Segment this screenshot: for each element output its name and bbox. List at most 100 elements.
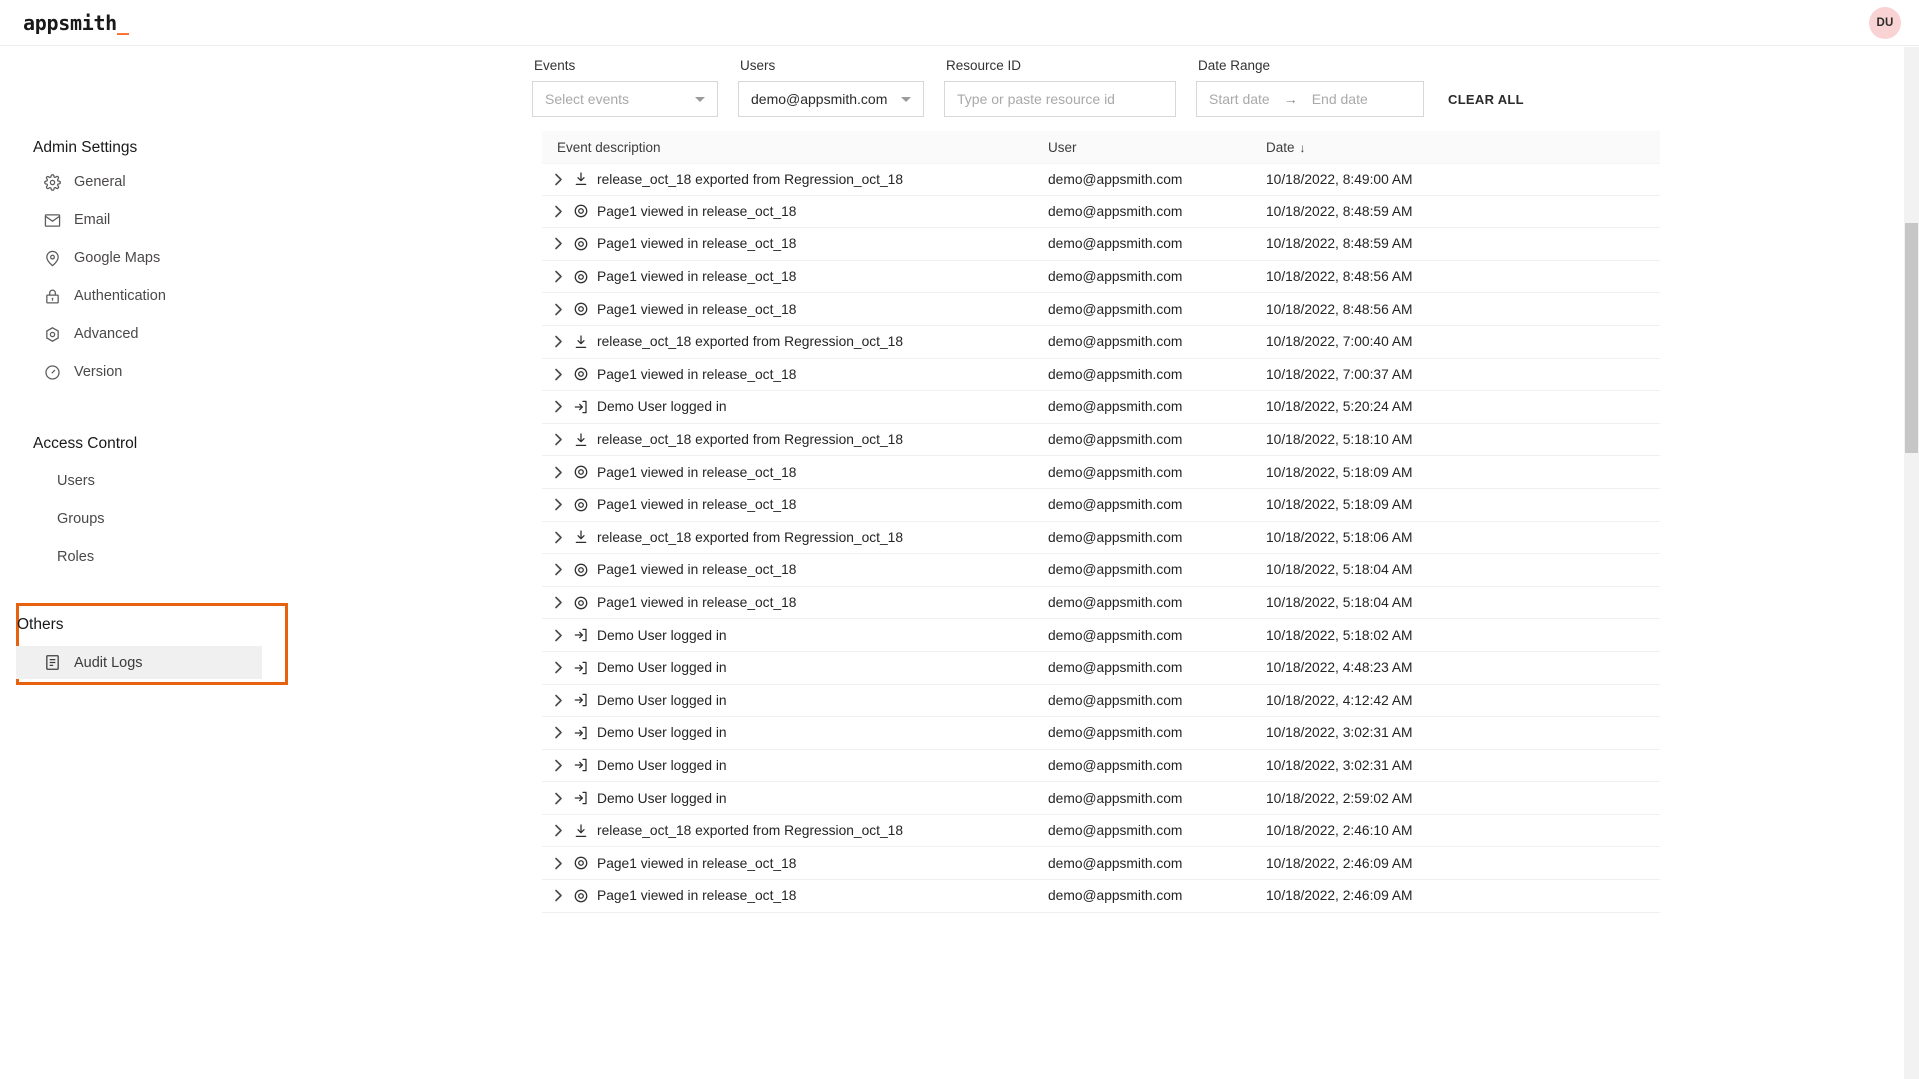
- table-row[interactable]: Page1 viewed in release_oct_18demo@appsm…: [542, 587, 1660, 620]
- chevron-right-icon[interactable]: [547, 433, 569, 446]
- event-description-text: Page1 viewed in release_oct_18: [593, 302, 796, 317]
- event-description-text: Page1 viewed in release_oct_18: [593, 367, 796, 382]
- table-row[interactable]: Page1 viewed in release_oct_18demo@appsm…: [542, 261, 1660, 294]
- table-row[interactable]: release_oct_18 exported from Regression_…: [542, 326, 1660, 359]
- table-row[interactable]: Page1 viewed in release_oct_18demo@appsm…: [542, 196, 1660, 229]
- chevron-right-icon[interactable]: [547, 237, 569, 250]
- sidebar-item-label: Audit Logs: [74, 655, 143, 671]
- resource-id-placeholder: Type or paste resource id: [957, 91, 1115, 107]
- table-cell-date: 10/18/2022, 7:00:40 AM: [1266, 334, 1516, 349]
- event-description-text: Demo User logged in: [593, 660, 727, 675]
- column-header-date[interactable]: Date↓: [1266, 140, 1516, 155]
- chevron-right-icon[interactable]: [547, 694, 569, 707]
- table-cell-description: Page1 viewed in release_oct_18: [542, 464, 1048, 480]
- chevron-right-icon[interactable]: [547, 661, 569, 674]
- table-cell-description: Page1 viewed in release_oct_18: [542, 562, 1048, 578]
- table-row[interactable]: Demo User logged indemo@appsmith.com10/1…: [542, 391, 1660, 424]
- login-icon: [569, 627, 593, 643]
- sidebar-item-advanced[interactable]: Advanced: [33, 317, 271, 351]
- sidebar-item-users[interactable]: Users: [33, 464, 271, 498]
- chevron-right-icon[interactable]: [547, 792, 569, 805]
- chevron-right-icon[interactable]: [547, 857, 569, 870]
- column-header-user[interactable]: User: [1048, 140, 1266, 155]
- sidebar-item-general[interactable]: General: [33, 165, 271, 199]
- events-select[interactable]: Select events: [532, 81, 718, 117]
- clear-all-button[interactable]: CLEAR ALL: [1448, 81, 1524, 117]
- top-bar: appsmith_ DU: [0, 0, 1919, 46]
- eye-icon: [569, 562, 593, 578]
- chevron-right-icon[interactable]: [547, 563, 569, 576]
- chevron-right-icon[interactable]: [547, 368, 569, 381]
- sidebar-item-google-maps[interactable]: Google Maps: [33, 241, 271, 275]
- sidebar-item-groups[interactable]: Groups: [33, 502, 271, 536]
- page-scrollbar[interactable]: [1904, 47, 1919, 1079]
- sidebar-item-authentication[interactable]: Authentication: [33, 279, 271, 313]
- table-row[interactable]: Page1 viewed in release_oct_18demo@appsm…: [542, 554, 1660, 587]
- start-date-placeholder: Start date: [1209, 91, 1270, 107]
- table-cell-description: Page1 viewed in release_oct_18: [542, 203, 1048, 219]
- sidebar-item-email[interactable]: Email: [33, 203, 271, 237]
- sidebar-item-label: Roles: [57, 549, 94, 565]
- chevron-right-icon[interactable]: [547, 759, 569, 772]
- sidebar-item-label: Authentication: [74, 288, 166, 304]
- table-row[interactable]: Demo User logged indemo@appsmith.com10/1…: [542, 782, 1660, 815]
- table-row[interactable]: release_oct_18 exported from Regression_…: [542, 424, 1660, 457]
- app-logo[interactable]: appsmith_: [23, 11, 129, 35]
- table-cell-description: Page1 viewed in release_oct_18: [542, 236, 1048, 252]
- chevron-right-icon[interactable]: [547, 400, 569, 413]
- chevron-right-icon[interactable]: [547, 629, 569, 642]
- chevron-right-icon[interactable]: [547, 531, 569, 544]
- table-cell-date: 10/18/2022, 5:18:02 AM: [1266, 628, 1516, 643]
- table-cell-date: 10/18/2022, 3:02:31 AM: [1266, 758, 1516, 773]
- sidebar-item-version[interactable]: Version: [33, 355, 271, 389]
- end-date-placeholder: End date: [1312, 91, 1368, 107]
- table-row[interactable]: Page1 viewed in release_oct_18demo@appsm…: [542, 359, 1660, 392]
- sidebar-item-label: Version: [74, 364, 122, 380]
- chevron-right-icon[interactable]: [547, 498, 569, 511]
- users-select[interactable]: demo@appsmith.com: [738, 81, 924, 117]
- table-cell-description: release_oct_18 exported from Regression_…: [542, 529, 1048, 545]
- table-row[interactable]: Page1 viewed in release_oct_18demo@appsm…: [542, 228, 1660, 261]
- date-range-field[interactable]: Start date → End date: [1196, 81, 1424, 117]
- chevron-right-icon[interactable]: [547, 303, 569, 316]
- table-row[interactable]: Page1 viewed in release_oct_18demo@appsm…: [542, 880, 1660, 913]
- table-row[interactable]: Demo User logged indemo@appsmith.com10/1…: [542, 717, 1660, 750]
- column-header-description[interactable]: Event description: [542, 140, 1048, 155]
- table-row[interactable]: Page1 viewed in release_oct_18demo@appsm…: [542, 456, 1660, 489]
- chevron-right-icon[interactable]: [547, 205, 569, 218]
- table-row[interactable]: release_oct_18 exported from Regression_…: [542, 163, 1660, 196]
- sidebar: Admin Settings General Email Google Maps…: [0, 47, 530, 1079]
- sidebar-item-audit-logs[interactable]: Audit Logs: [16, 646, 262, 679]
- resource-id-field[interactable]: Type or paste resource id: [944, 81, 1176, 117]
- table-row[interactable]: Page1 viewed in release_oct_18demo@appsm…: [542, 847, 1660, 880]
- filter-users-label: Users: [738, 58, 924, 73]
- sidebar-item-roles[interactable]: Roles: [33, 540, 271, 574]
- avatar[interactable]: DU: [1869, 7, 1901, 39]
- table-row[interactable]: Demo User logged indemo@appsmith.com10/1…: [542, 750, 1660, 783]
- table-row[interactable]: release_oct_18 exported from Regression_…: [542, 522, 1660, 555]
- table-cell-user: demo@appsmith.com: [1048, 172, 1266, 187]
- chevron-right-icon[interactable]: [547, 270, 569, 283]
- chevron-right-icon[interactable]: [547, 335, 569, 348]
- chevron-right-icon[interactable]: [547, 824, 569, 837]
- chevron-right-icon[interactable]: [547, 596, 569, 609]
- lock-icon: [44, 288, 61, 305]
- table-row[interactable]: Demo User logged indemo@appsmith.com10/1…: [542, 685, 1660, 718]
- table-row[interactable]: Demo User logged indemo@appsmith.com10/1…: [542, 619, 1660, 652]
- login-icon: [569, 790, 593, 806]
- chevron-right-icon[interactable]: [547, 173, 569, 186]
- chevron-right-icon[interactable]: [547, 726, 569, 739]
- table-cell-date: 10/18/2022, 4:12:42 AM: [1266, 693, 1516, 708]
- table-row[interactable]: release_oct_18 exported from Regression_…: [542, 815, 1660, 848]
- logo-text: appsmith: [23, 11, 117, 35]
- table-cell-user: demo@appsmith.com: [1048, 888, 1266, 903]
- table-row[interactable]: Page1 viewed in release_oct_18demo@appsm…: [542, 489, 1660, 522]
- table-row[interactable]: Page1 viewed in release_oct_18demo@appsm…: [542, 293, 1660, 326]
- page-scrollbar-thumb[interactable]: [1905, 223, 1918, 453]
- chevron-right-icon[interactable]: [547, 466, 569, 479]
- filter-date-range: Date Range Start date → End date: [1176, 58, 1424, 117]
- table-cell-user: demo@appsmith.com: [1048, 399, 1266, 414]
- chevron-right-icon[interactable]: [547, 889, 569, 902]
- table-row[interactable]: Demo User logged indemo@appsmith.com10/1…: [542, 652, 1660, 685]
- table-cell-date: 10/18/2022, 2:46:09 AM: [1266, 888, 1516, 903]
